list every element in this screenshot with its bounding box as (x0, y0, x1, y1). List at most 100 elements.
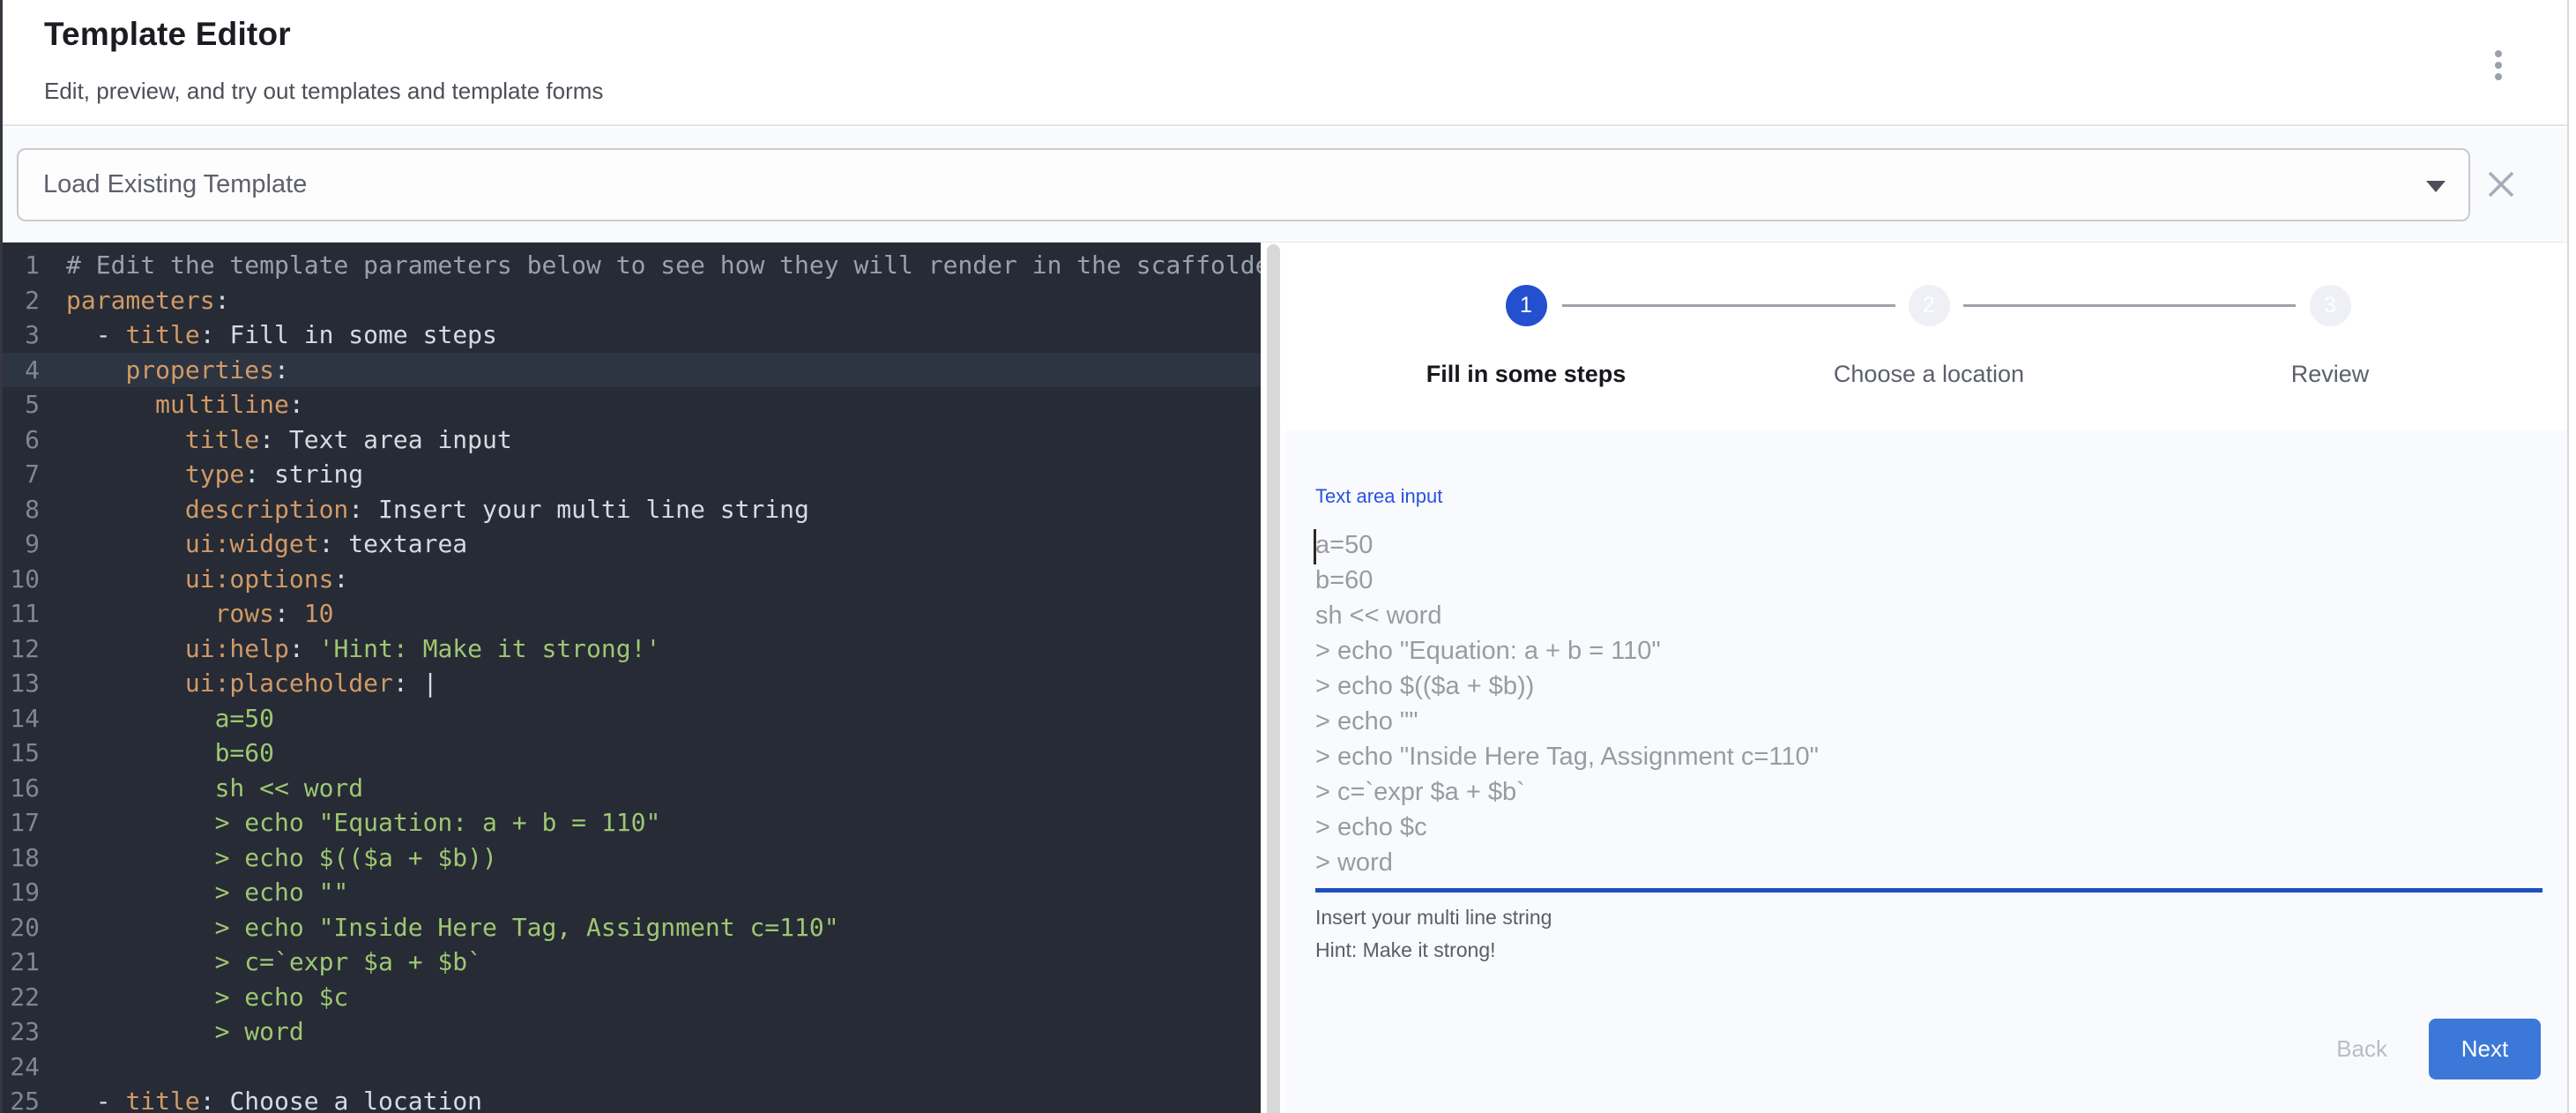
code-line[interactable]: 18 > echo $(($a + $b)) (3, 840, 1261, 876)
code-line[interactable]: 21 > c=`expr $a + $b` (3, 945, 1261, 980)
code-text: ui:help: 'Hint: Make it strong!' (66, 631, 660, 667)
line-number: 6 (3, 422, 40, 458)
line-number: 14 (3, 701, 40, 736)
step-label-2: Choose a location (1744, 361, 2114, 388)
code-text: > word (66, 1014, 304, 1050)
line-number: 23 (3, 1014, 40, 1050)
step-connector (1562, 304, 1895, 307)
line-number: 15 (3, 736, 40, 771)
line-number: 12 (3, 631, 40, 667)
combobox-value: Load Existing Template (43, 150, 307, 220)
code-line[interactable]: 11 rows: 10 (3, 596, 1261, 631)
line-number: 7 (3, 457, 40, 492)
line-number: 21 (3, 945, 40, 980)
field-hint: Hint: Make it strong! (1315, 938, 1496, 962)
caret-down-icon[interactable] (2426, 181, 2446, 192)
template-editor-page: Template Editor Edit, preview, and try o… (0, 0, 2576, 1113)
step-label-1: Fill in some steps (1341, 361, 1711, 388)
code-line[interactable]: 5 multiline: (3, 387, 1261, 422)
code-text: title: Text area input (66, 422, 512, 458)
code-line[interactable]: 2 parameters: (3, 283, 1261, 318)
page-subtitle: Edit, preview, and try out templates and… (44, 78, 603, 105)
line-number: 3 (3, 317, 40, 353)
code-text: ui:widget: textarea (66, 527, 467, 562)
code-line[interactable]: 17 > echo "Equation: a + b = 110" (3, 805, 1261, 840)
next-button[interactable]: Next (2429, 1019, 2541, 1079)
load-template-combobox[interactable]: Load Existing Template (17, 148, 2470, 221)
code-line[interactable]: 19 > echo "" (3, 875, 1261, 910)
code-line[interactable]: 8 description: Insert your multi line st… (3, 492, 1261, 527)
code-line[interactable]: 1 # Edit the template parameters below to… (3, 248, 1261, 283)
line-number: 4 (3, 353, 40, 388)
code-text: properties: (66, 353, 289, 388)
code-line[interactable]: 7 type: string (3, 457, 1261, 492)
line-number: 10 (3, 562, 40, 597)
kebab-menu-icon[interactable] (2481, 46, 2516, 85)
code-text: - title: Fill in some steps (66, 317, 497, 353)
multiline-textarea[interactable]: a=50 b=60 sh << word > echo "Equation: a… (1315, 527, 2541, 880)
step-circle-3: 3 (2310, 285, 2351, 326)
back-button[interactable]: Back (2336, 1035, 2387, 1063)
code-line[interactable]: 22 > echo $c (3, 980, 1261, 1015)
editor-scrollbar-thumb[interactable] (1267, 244, 1280, 1113)
step-circle-2: 2 (1909, 285, 1950, 326)
code-text: parameters: (66, 283, 229, 318)
code-lines: 1 # Edit the template parameters below to… (3, 248, 1261, 1113)
code-text: > c=`expr $a + $b` (66, 945, 482, 980)
step-circle-1: 1 (1506, 285, 1547, 326)
line-number: 11 (3, 596, 40, 631)
code-text: ui:placeholder: | (66, 666, 437, 701)
code-line[interactable]: 9 ui:widget: textarea (3, 527, 1261, 562)
stepper: 1 Fill in some steps 2 Choose a location 3 Re… (1285, 243, 2567, 430)
line-number: 2 (3, 283, 40, 318)
code-text: b=60 (66, 736, 274, 771)
code-line[interactable]: 3 - title: Fill in some steps (3, 317, 1261, 353)
line-number: 5 (3, 387, 40, 422)
code-text: a=50 (66, 701, 274, 736)
code-text: # Edit the template parameters below to … (66, 248, 1261, 283)
yaml-code-editor[interactable]: 1 # Edit the template parameters below to… (3, 243, 1261, 1113)
line-number: 24 (3, 1050, 40, 1085)
step-label-3: Review (2145, 361, 2515, 388)
code-line[interactable]: 14 a=50 (3, 701, 1261, 736)
line-number: 16 (3, 771, 40, 806)
code-line[interactable]: 15 b=60 (3, 736, 1261, 771)
code-line[interactable]: 6 title: Text area input (3, 422, 1261, 458)
line-number: 1 (3, 248, 40, 283)
window-right-border (2567, 0, 2569, 1113)
code-line[interactable]: 24 (3, 1050, 1261, 1085)
code-text: multiline: (66, 387, 304, 422)
form-actions: Back Next (2336, 1019, 2541, 1079)
line-number: 9 (3, 527, 40, 562)
code-text: rows: 10 (66, 596, 333, 631)
step-form: Text area input a=50 b=60 sh << word > e… (1285, 430, 2567, 1113)
line-number: 19 (3, 875, 40, 910)
line-number: 18 (3, 840, 40, 876)
field-label: Text area input (1315, 485, 1442, 508)
close-icon (2487, 170, 2515, 198)
code-text: type: string (66, 457, 363, 492)
code-line[interactable]: 4 properties: (3, 353, 1261, 388)
code-text: > echo "Inside Here Tag, Assignment c=11… (66, 910, 839, 945)
code-line[interactable]: 16 sh << word (3, 771, 1261, 806)
line-number: 13 (3, 666, 40, 701)
code-text: > echo "Equation: a + b = 110" (66, 805, 660, 840)
code-line[interactable]: 12 ui:help: 'Hint: Make it strong!' (3, 631, 1261, 667)
clear-selection-button[interactable] (2474, 157, 2528, 212)
toolbar: Load Existing Template (0, 128, 2567, 243)
step-connector (1963, 304, 2296, 307)
field-description: Insert your multi line string (1315, 906, 1552, 930)
code-line[interactable]: 25 - title: Choose a location (3, 1084, 1261, 1113)
code-line[interactable]: 13 ui:placeholder: | (3, 666, 1261, 701)
code-text: > echo "" (66, 875, 348, 910)
code-text: > echo $c (66, 980, 348, 1015)
line-number: 8 (3, 492, 40, 527)
line-number: 17 (3, 805, 40, 840)
code-line[interactable]: 20 > echo "Inside Here Tag, Assignment c… (3, 910, 1261, 945)
code-line[interactable]: 10 ui:options: (3, 562, 1261, 597)
template-preview-panel: 1 Fill in some steps 2 Choose a location 3 Re… (1285, 243, 2567, 1113)
window-left-border (0, 0, 3, 1113)
code-text: - title: Choose a location (66, 1084, 482, 1113)
textarea-focus-underline (1315, 888, 2542, 893)
code-line[interactable]: 23 > word (3, 1014, 1261, 1050)
